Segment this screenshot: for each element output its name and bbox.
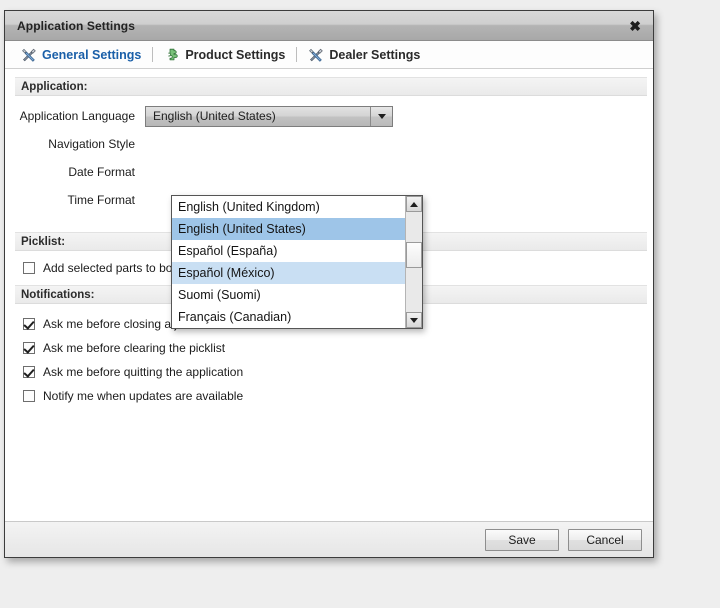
application-language-combobox[interactable]: English (United States) <box>145 105 393 127</box>
field-label: Date Format <box>68 165 135 179</box>
checkbox-row[interactable]: Notify me when updates are available <box>5 384 653 408</box>
field-label: Application Language <box>19 109 135 123</box>
checkbox-ask-before-quitting-application[interactable] <box>23 366 35 378</box>
application-settings-dialog: Application Settings ✖ General Settings <box>4 10 654 558</box>
dialog-titlebar: Application Settings ✖ <box>5 11 653 41</box>
settings-tabbar: General Settings Product Settings Dealer… <box>5 41 653 69</box>
dropdown-option[interactable]: Suomi (Suomi) <box>172 284 405 306</box>
checkbox-label[interactable]: Ask me before clearing the picklist <box>43 341 225 355</box>
dropdown-option[interactable]: Français (Canadian) <box>172 306 405 328</box>
tab-label: Dealer Settings <box>329 47 421 62</box>
checkbox-ask-before-closing-job-tab[interactable] <box>23 318 35 330</box>
section-header-application: Application: <box>15 77 647 96</box>
settings-content: Application: Application Language Englis… <box>5 69 653 521</box>
tools-icon <box>21 47 37 63</box>
dropdown-option[interactable]: Español (México) <box>172 262 405 284</box>
tab-label: General Settings <box>42 47 142 62</box>
dropdown-options: English (United Kingdom) English (United… <box>172 196 405 328</box>
dropdown-scrollbar[interactable] <box>405 196 422 328</box>
section-header-label: Picklist: <box>21 235 66 248</box>
combobox-value: English (United States) <box>153 109 276 123</box>
scrollbar-thumb[interactable] <box>406 242 422 268</box>
section-header-label: Application: <box>21 80 88 93</box>
field-label: Time Format <box>67 193 135 207</box>
dialog-footer: Save Cancel <box>5 521 653 557</box>
triangle-down-glyph <box>377 113 386 119</box>
tab-separator <box>296 47 298 62</box>
application-language-dropdown-list[interactable]: English (United Kingdom) English (United… <box>171 195 423 329</box>
cancel-button[interactable]: Cancel <box>568 528 642 551</box>
dialog-title: Application Settings <box>17 18 136 33</box>
checkbox-ask-before-clearing-picklist[interactable] <box>23 342 35 354</box>
checkbox-notify-updates-available[interactable] <box>23 390 35 402</box>
section-header-label: Notifications: <box>21 288 95 301</box>
tab-label: Product Settings <box>185 47 286 62</box>
close-icon[interactable]: ✖ <box>629 19 641 33</box>
triangle-down-glyph <box>410 317 418 323</box>
puzzle-icon <box>164 47 180 63</box>
tab-separator <box>152 47 154 62</box>
checkbox-label[interactable]: Notify me when updates are available <box>43 389 243 403</box>
form-row-navigation-style: Navigation Style <box>5 130 653 158</box>
checkbox-label[interactable]: Ask me before quitting the application <box>43 365 243 379</box>
dropdown-option[interactable]: English (United Kingdom) <box>172 196 405 218</box>
triangle-up-icon[interactable] <box>406 196 422 212</box>
dropdown-option[interactable]: Español (España) <box>172 240 405 262</box>
checkbox-row[interactable]: Ask me before clearing the picklist <box>5 336 653 360</box>
checkbox-add-selected-parts[interactable] <box>23 262 35 274</box>
field-label: Navigation Style <box>48 137 135 151</box>
triangle-down-icon[interactable] <box>406 312 422 328</box>
checkbox-row[interactable]: Ask me before quitting the application <box>5 360 653 384</box>
form-row-application-language: Application Language English (United Sta… <box>5 102 653 130</box>
form-row-date-format: Date Format <box>5 158 653 186</box>
dropdown-option[interactable]: English (United States) <box>172 218 405 240</box>
triangle-up-glyph <box>410 201 418 207</box>
tab-product-settings[interactable]: Product Settings <box>158 47 291 63</box>
tab-general-settings[interactable]: General Settings <box>15 47 147 63</box>
tab-dealer-settings[interactable]: Dealer Settings <box>302 47 426 63</box>
save-button[interactable]: Save <box>485 528 559 551</box>
chevron-down-icon[interactable] <box>370 106 392 126</box>
tools-icon <box>308 47 324 63</box>
